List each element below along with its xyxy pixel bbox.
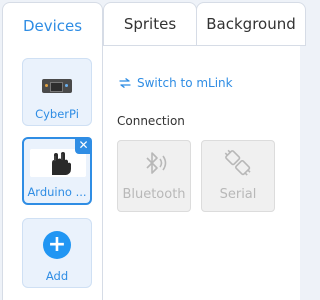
- connection-panel: Switch to mLink Connection Bluetooth Ser…: [103, 46, 300, 300]
- bluetooth-button[interactable]: Bluetooth: [117, 140, 191, 212]
- tab-background[interactable]: Background: [196, 2, 306, 46]
- bluetooth-label: Bluetooth: [122, 187, 186, 202]
- remove-device-close-icon[interactable]: ✕: [75, 137, 92, 154]
- serial-button[interactable]: Serial: [201, 140, 275, 212]
- add-device-label: Add: [45, 269, 69, 283]
- switch-to-mlink-link[interactable]: Switch to mLink: [119, 76, 233, 90]
- serial-label: Serial: [219, 187, 257, 202]
- connection-heading: Connection: [117, 114, 185, 128]
- device-card-arduino[interactable]: Arduino ... ✕: [22, 137, 92, 205]
- device-label-arduino: Arduino ...: [27, 185, 87, 199]
- tab-devices-label: Devices: [22, 16, 83, 35]
- tab-background-label: Background: [206, 15, 296, 33]
- tab-sprites-label: Sprites: [123, 15, 177, 33]
- bluetooth-icon: [146, 152, 167, 174]
- device-label-cyberpi: CyberPi: [35, 107, 79, 121]
- swap-arrows-icon: [119, 78, 131, 88]
- usb-cable-icon: [224, 149, 251, 176]
- plus-icon: +: [43, 231, 71, 259]
- device-list: CyberPi Arduino ... ✕ + Add: [2, 46, 103, 300]
- switch-to-mlink-label: Switch to mLink: [137, 76, 233, 90]
- add-device-button[interactable]: + Add: [22, 218, 92, 288]
- device-card-cyberpi[interactable]: CyberPi: [22, 58, 92, 126]
- tab-sprites[interactable]: Sprites: [103, 2, 197, 46]
- cyberpi-board-icon: [42, 79, 72, 93]
- tab-devices[interactable]: Devices: [2, 2, 103, 48]
